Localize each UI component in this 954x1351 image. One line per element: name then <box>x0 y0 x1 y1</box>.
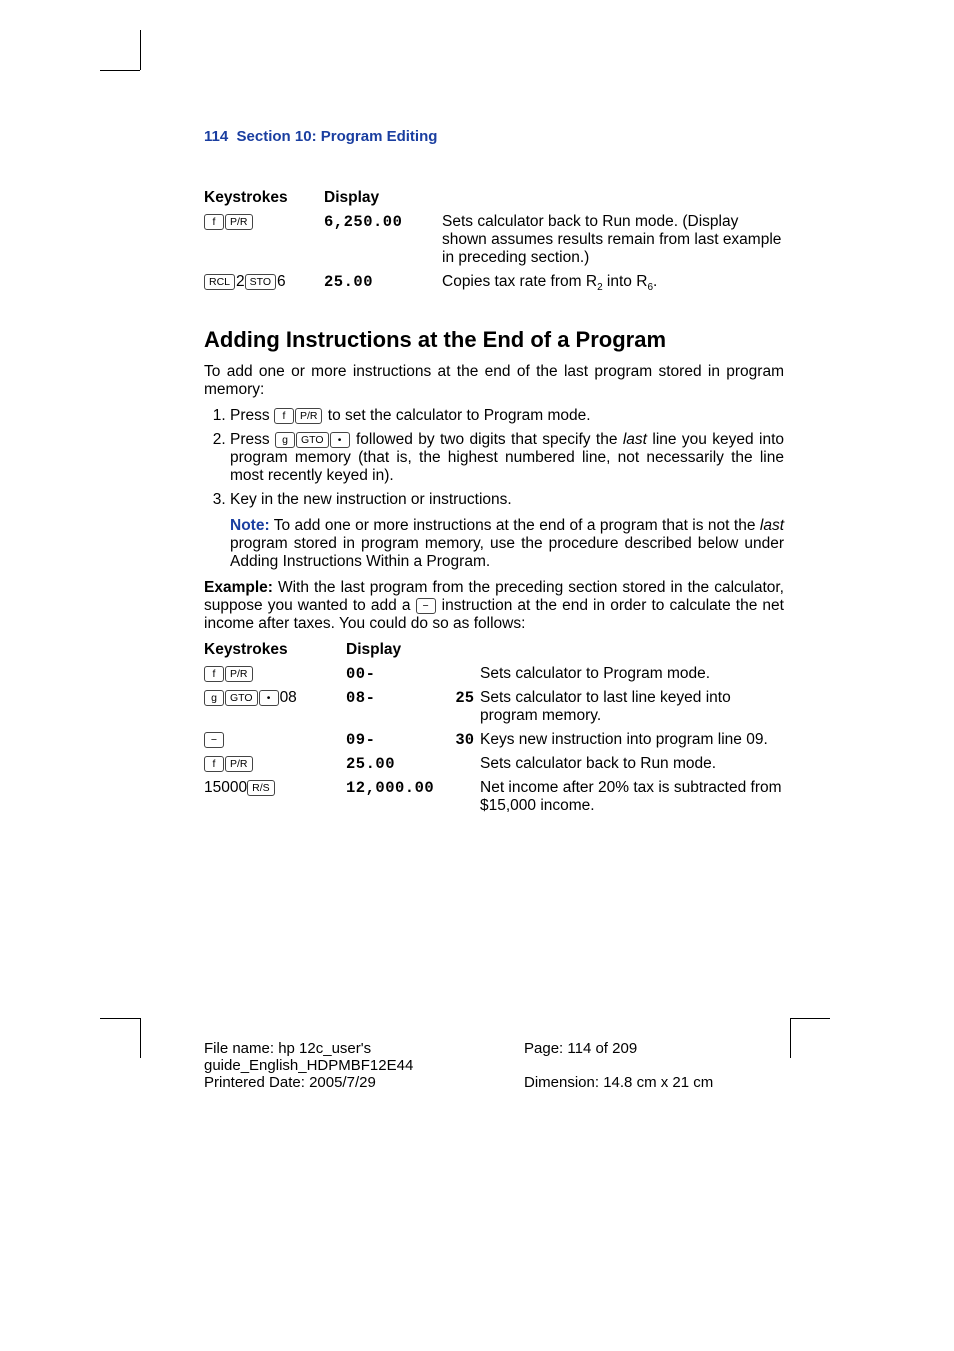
key-f: f <box>204 756 224 772</box>
table-cell-desc: Sets calculator to last line keyed into … <box>480 689 784 725</box>
table-cell-display: 25.00 <box>346 755 446 773</box>
key-rcl: RCL <box>204 274 235 290</box>
key-dot: • <box>259 690 279 706</box>
key-f: f <box>274 408 294 424</box>
key-minus: − <box>416 598 436 614</box>
footer-dimension: Dimension: 14.8 cm x 21 cm <box>524 1074 784 1091</box>
table-cell-keys: gGTO•08 <box>204 689 344 725</box>
table-cell-desc: Sets calculator back to Run mode. <box>480 755 784 773</box>
step-text: Key in the new instruction or instructio… <box>230 491 512 508</box>
keystroke-table-2: Keystrokes Display fP/R 00- Sets calcula… <box>204 641 784 815</box>
example-paragraph: Example: With the last program from the … <box>204 579 784 633</box>
document-page: 114 Section 10: Program Editing Keystrok… <box>0 0 954 1351</box>
footer-filename: File name: hp 12c_user's guide_English_H… <box>204 1040 504 1074</box>
note-paragraph: Note: To add one or more instructions at… <box>230 517 784 571</box>
key-text: 6 <box>277 273 286 290</box>
key-text: 15000 <box>204 779 247 796</box>
key-pr: P/R <box>295 408 323 424</box>
key-minus: − <box>204 732 224 748</box>
col-header-display: Display <box>324 189 442 207</box>
steps-list: Press fP/R to set the calculator to Prog… <box>230 407 784 571</box>
step-3: Key in the new instruction or instructio… <box>230 491 784 571</box>
key-text: 08 <box>280 689 297 706</box>
key-f: f <box>204 214 224 230</box>
table-cell-keys: fP/R <box>204 755 344 773</box>
page-number: 114 <box>204 128 228 145</box>
table-cell-desc: Net income after 20% tax is subtracted f… <box>480 779 784 815</box>
key-gto: GTO <box>225 690 258 706</box>
table-cell-keys: 15000R/S <box>204 779 344 815</box>
step-text: Press <box>230 431 275 448</box>
table-cell-desc: Sets calculator back to Run mode. (Displ… <box>442 213 784 267</box>
footer-page: Page: 114 of 209 <box>524 1040 784 1074</box>
running-header: 114 Section 10: Program Editing <box>204 128 784 145</box>
table-cell-display: 12,000.00 <box>346 779 446 815</box>
table-cell-keys: RCL2STO6 <box>204 273 324 293</box>
table-cell-desc: Copies tax rate from R2 into R6. <box>442 273 784 293</box>
table-cell-code: 25 <box>448 689 478 725</box>
keystroke-table-1: Keystrokes Display fP/R 6,250.00 Sets ca… <box>204 189 784 293</box>
table-cell-keys: fP/R <box>204 665 344 683</box>
note-text: program stored in program memory, use th… <box>230 535 784 570</box>
desc-text: Copies tax rate from R <box>442 273 597 290</box>
step-text-italic: last <box>623 431 647 448</box>
paragraph-intro: To add one or more instructions at the e… <box>204 363 784 399</box>
key-f: f <box>204 666 224 682</box>
footer-printed-date: Printered Date: 2005/7/29 <box>204 1074 504 1091</box>
step-text: followed by two digits that specify the <box>351 431 623 448</box>
table-cell-code: 30 <box>448 731 478 749</box>
step-2: Press gGTO• followed by two digits that … <box>230 431 784 485</box>
table-cell-desc: Keys new instruction into program line 0… <box>480 731 784 749</box>
key-pr: P/R <box>225 214 253 230</box>
step-1: Press fP/R to set the calculator to Prog… <box>230 407 784 425</box>
step-text: Press <box>230 407 274 424</box>
step-text: to set the calculator to Program mode. <box>323 407 590 424</box>
note-text-italic: last <box>760 517 784 534</box>
page-footer: File name: hp 12c_user's guide_English_H… <box>204 1040 784 1091</box>
key-g: g <box>275 432 295 448</box>
table-cell-keys: − <box>204 731 344 749</box>
table-cell-code <box>448 779 478 815</box>
col-header-keystrokes: Keystrokes <box>204 641 344 659</box>
note-text: To add one or more instructions at the e… <box>270 517 760 534</box>
key-g: g <box>204 690 224 706</box>
desc-text: into R <box>603 273 648 290</box>
table-cell-code <box>448 755 478 773</box>
key-pr: P/R <box>225 756 253 772</box>
desc-text: . <box>653 273 657 290</box>
section-title: Section 10: Program Editing <box>237 128 438 145</box>
table-cell-code <box>448 665 478 683</box>
key-gto: GTO <box>296 432 329 448</box>
table-cell-display: 25.00 <box>324 273 442 293</box>
table-cell-keys: fP/R <box>204 213 324 267</box>
table-cell-display: 6,250.00 <box>324 213 442 267</box>
table-cell-display: 08- <box>346 689 446 725</box>
col-header-keystrokes: Keystrokes <box>204 189 324 207</box>
table-cell-desc: Sets calculator to Program mode. <box>480 665 784 683</box>
key-pr: P/R <box>225 666 253 682</box>
key-rs: R/S <box>247 780 275 796</box>
table-cell-display: 00- <box>346 665 446 683</box>
heading-adding-instructions: Adding Instructions at the End of a Prog… <box>204 327 784 353</box>
key-dot: • <box>330 432 350 448</box>
note-label: Note: <box>230 517 270 534</box>
page-content: 114 Section 10: Program Editing Keystrok… <box>204 128 784 815</box>
key-sto: STO <box>245 274 276 290</box>
key-text: 2 <box>236 273 245 290</box>
table-cell-display: 09- <box>346 731 446 749</box>
col-header-display: Display <box>346 641 446 659</box>
example-label: Example: <box>204 579 273 596</box>
